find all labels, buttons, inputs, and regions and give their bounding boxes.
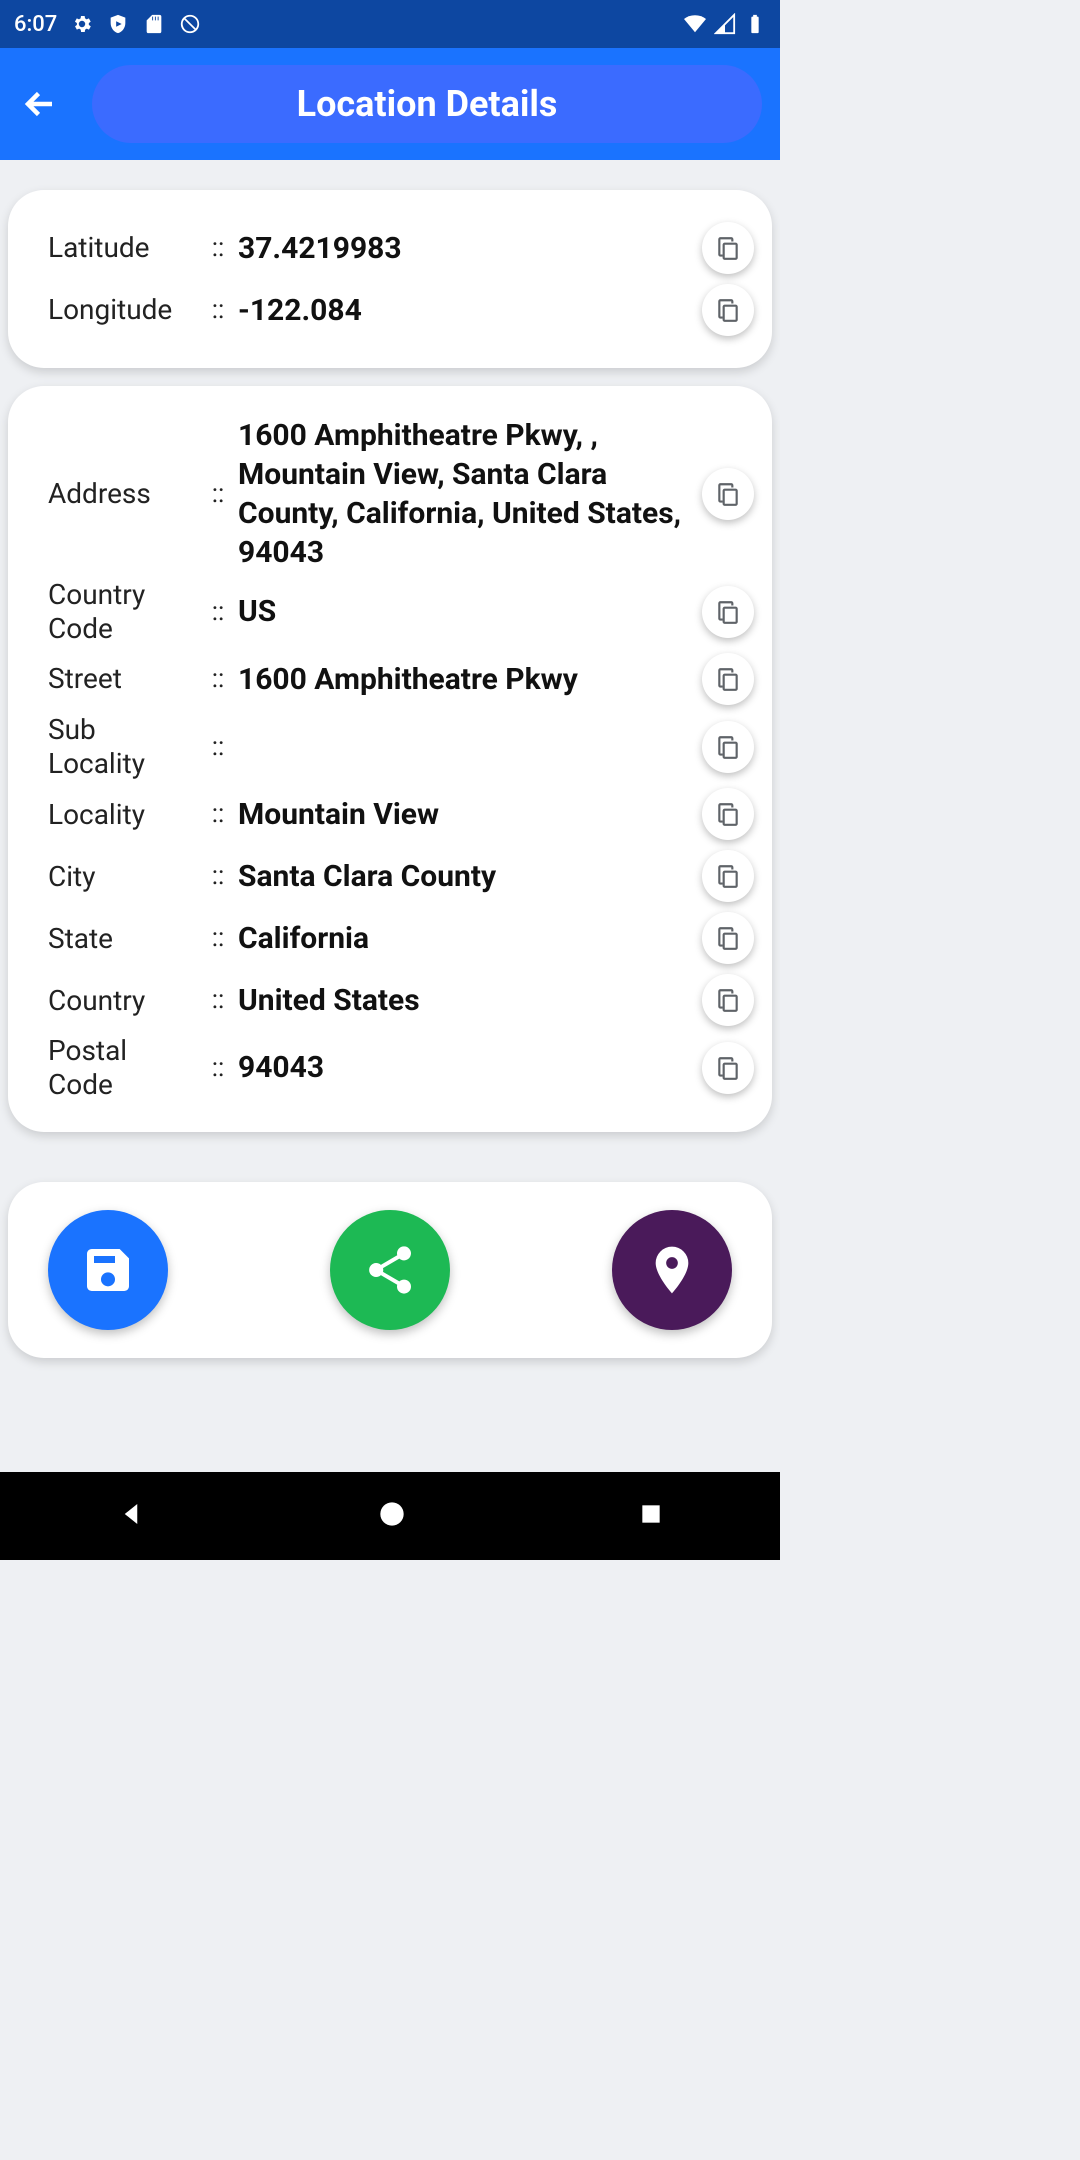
value-state: California — [238, 919, 702, 958]
row-country-code: Country Code :: US — [48, 578, 754, 645]
label-country: Country — [48, 984, 198, 1018]
card-address: Address :: 1600 Amphitheatre Pkwy, , Mou… — [8, 386, 772, 1132]
label-street: Street — [48, 662, 198, 696]
copy-icon — [715, 666, 741, 692]
sep: :: — [198, 732, 238, 762]
copy-icon — [715, 801, 741, 827]
sep: :: — [198, 985, 238, 1015]
row-locality: Locality :: Mountain View — [48, 786, 754, 842]
card-actions — [8, 1182, 772, 1358]
sep: :: — [198, 664, 238, 694]
copy-icon — [715, 1055, 741, 1081]
row-latitude: Latitude :: 37.4219983 — [48, 220, 754, 276]
sep: :: — [198, 233, 238, 263]
row-address: Address :: 1600 Amphitheatre Pkwy, , Mou… — [48, 416, 754, 572]
sep: :: — [198, 923, 238, 953]
copy-icon — [715, 734, 741, 760]
circle-home-icon — [378, 1500, 406, 1528]
value-latitude: 37.4219983 — [238, 229, 702, 268]
copy-postal-code-button[interactable] — [702, 1042, 754, 1094]
back-button[interactable] — [18, 82, 62, 126]
value-locality: Mountain View — [238, 795, 702, 834]
triangle-back-icon — [116, 1499, 146, 1529]
row-postal-code: Postal Code :: 94043 — [48, 1034, 754, 1101]
save-icon — [80, 1242, 136, 1298]
share-button[interactable] — [330, 1210, 450, 1330]
gear-icon — [71, 13, 93, 35]
dnd-icon — [179, 13, 201, 35]
row-state: State :: California — [48, 910, 754, 966]
nav-bar — [0, 1472, 780, 1560]
copy-locality-button[interactable] — [702, 788, 754, 840]
status-time: 6:07 — [14, 12, 57, 37]
share-icon — [362, 1242, 418, 1298]
battery-icon — [744, 13, 766, 35]
copy-icon — [715, 925, 741, 951]
page-title-text: Location Details — [297, 83, 558, 125]
app-bar: Location Details — [0, 48, 780, 160]
square-recent-icon — [638, 1501, 664, 1527]
content: Latitude :: 37.4219983 Longitude :: -122… — [0, 160, 780, 1472]
nav-home-button[interactable] — [378, 1500, 406, 1532]
nav-recent-button[interactable] — [638, 1501, 664, 1531]
label-sub-locality: Sub Locality — [48, 713, 198, 780]
nav-back-button[interactable] — [116, 1499, 146, 1533]
arrow-left-icon — [22, 86, 58, 122]
label-country-code: Country Code — [48, 578, 198, 645]
copy-icon — [715, 481, 741, 507]
label-state: State — [48, 922, 198, 956]
row-country: Country :: United States — [48, 972, 754, 1028]
sep: :: — [198, 295, 238, 325]
sd-card-icon — [143, 13, 165, 35]
card-coordinates: Latitude :: 37.4219983 Longitude :: -122… — [8, 190, 772, 368]
value-postal-code: 94043 — [238, 1048, 702, 1087]
sep: :: — [198, 799, 238, 829]
sep: :: — [198, 479, 238, 509]
page-title: Location Details — [92, 65, 762, 143]
label-city: City — [48, 860, 198, 894]
copy-icon — [715, 297, 741, 323]
signal-icon — [714, 13, 736, 35]
copy-sub-locality-button[interactable] — [702, 721, 754, 773]
copy-longitude-button[interactable] — [702, 284, 754, 336]
sep: :: — [198, 1053, 238, 1083]
label-locality: Locality — [48, 798, 198, 832]
label-postal-code: Postal Code — [48, 1034, 198, 1101]
value-street: 1600 Amphitheatre Pkwy — [238, 660, 702, 699]
copy-icon — [715, 863, 741, 889]
label-longitude: Longitude — [48, 293, 198, 327]
copy-icon — [715, 235, 741, 261]
status-right — [684, 13, 766, 35]
label-address: Address — [48, 477, 198, 511]
row-longitude: Longitude :: -122.084 — [48, 282, 754, 338]
row-sub-locality: Sub Locality :: — [48, 713, 754, 780]
copy-icon — [715, 599, 741, 625]
wifi-icon — [684, 13, 706, 35]
copy-state-button[interactable] — [702, 912, 754, 964]
value-country-code: US — [238, 592, 702, 631]
row-street: Street :: 1600 Amphitheatre Pkwy — [48, 651, 754, 707]
copy-country-button[interactable] — [702, 974, 754, 1026]
value-city: Santa Clara County — [238, 857, 702, 896]
copy-country-code-button[interactable] — [702, 586, 754, 638]
copy-icon — [715, 987, 741, 1013]
sep: :: — [198, 861, 238, 891]
copy-city-button[interactable] — [702, 850, 754, 902]
copy-address-button[interactable] — [702, 468, 754, 520]
pin-icon — [644, 1242, 700, 1298]
shield-play-icon — [107, 13, 129, 35]
row-city: City :: Santa Clara County — [48, 848, 754, 904]
status-bar: 6:07 — [0, 0, 780, 48]
value-country: United States — [238, 981, 702, 1020]
status-left: 6:07 — [14, 12, 201, 37]
copy-latitude-button[interactable] — [702, 222, 754, 274]
label-latitude: Latitude — [48, 231, 198, 265]
location-button[interactable] — [612, 1210, 732, 1330]
sep: :: — [198, 597, 238, 627]
copy-street-button[interactable] — [702, 653, 754, 705]
value-address: 1600 Amphitheatre Pkwy, , Mountain View,… — [238, 416, 702, 572]
save-button[interactable] — [48, 1210, 168, 1330]
value-longitude: -122.084 — [238, 291, 702, 330]
